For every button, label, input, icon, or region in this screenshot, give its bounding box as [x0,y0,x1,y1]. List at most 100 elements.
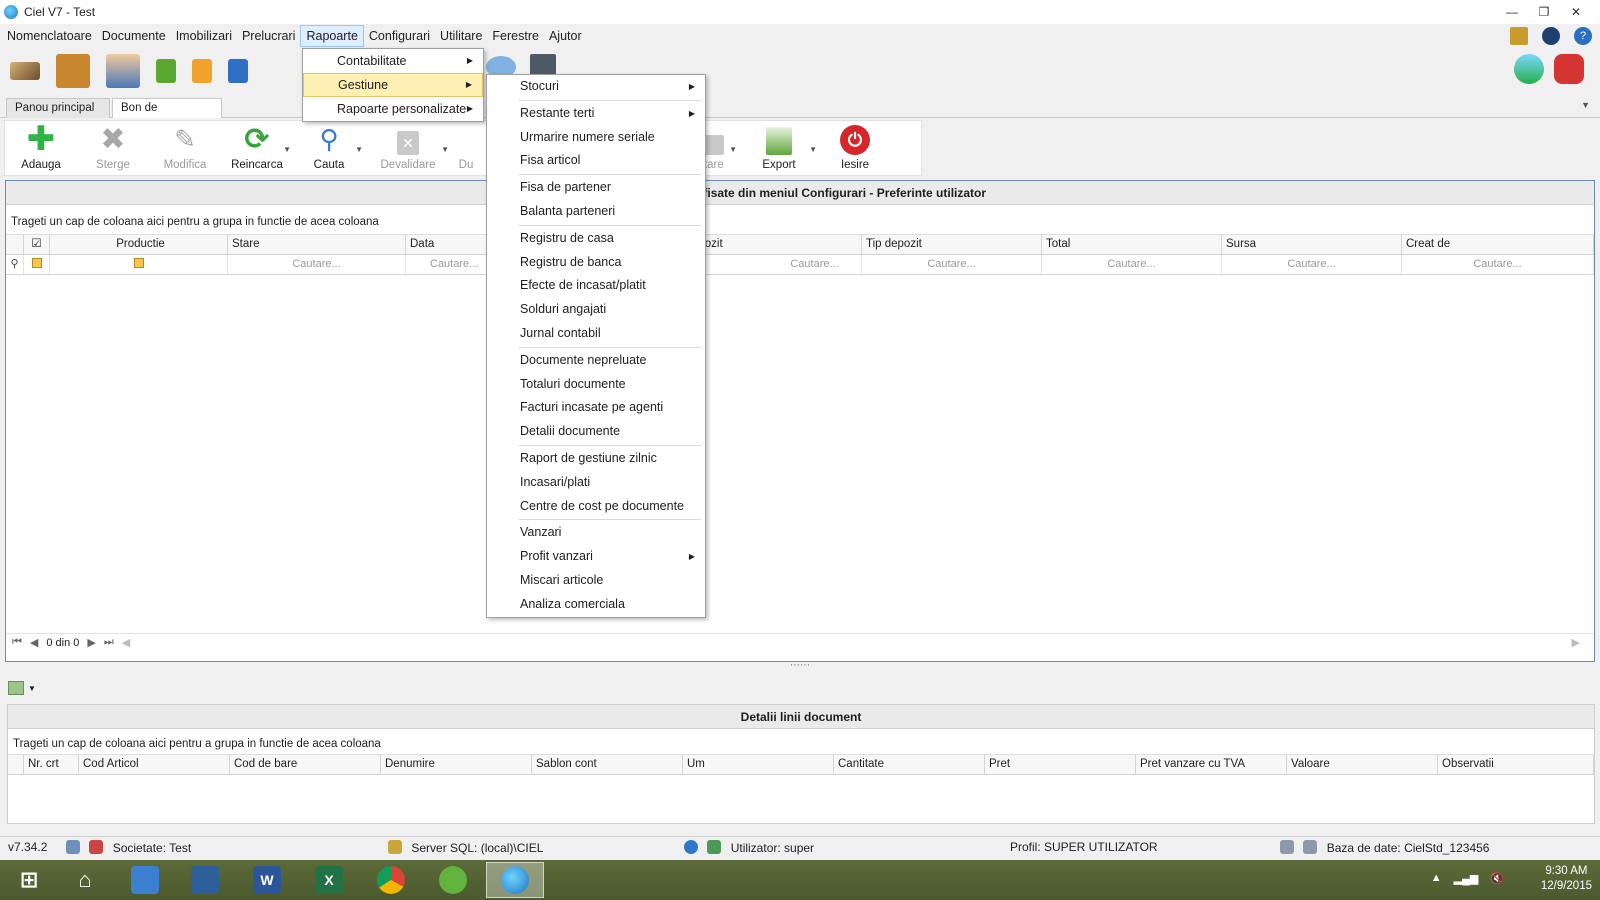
menu-item-gestiune[interactable]: Gestiune ▶ [303,73,483,97]
column-tip-depozit[interactable]: Tip depozit [862,235,1042,254]
menu-item-contabilitate[interactable]: Contabilitate ▶ [303,49,483,73]
menu-item-fisa-articol[interactable]: Fisa articol [487,149,705,173]
taskbar-ciel[interactable] [486,862,544,898]
accessibility-icon[interactable] [684,840,698,854]
taskbar-clock[interactable]: 9:30 AM 12/9/2015 [1541,864,1592,894]
transfer-icon[interactable] [192,59,212,83]
menu-item-raport-de-gestiune-zilnic[interactable]: Raport de gestiune zilnic [487,447,705,471]
column-valoare[interactable]: Valoare [1287,755,1438,774]
menu-item-stocuri[interactable]: Stocuri ▶ [487,75,705,99]
filter-productie[interactable] [50,255,228,274]
database-settings-icon[interactable] [1303,840,1318,854]
column-sursa[interactable]: Sursa [1222,235,1402,254]
minimize-button[interactable]: — [1496,2,1528,22]
calendar-icon[interactable] [1510,27,1528,45]
menu-item-efecte-de-incasat-platit[interactable]: Efecte de incasat/platit [487,274,705,298]
menu-rapoarte[interactable]: Rapoarte [300,25,364,47]
menu-configurari[interactable]: Configurari [364,25,435,47]
menu-item-miscari-articole[interactable]: Miscari articole [487,569,705,593]
menu-ferestre[interactable]: Ferestre [487,25,544,47]
tab-bon-de-consum[interactable]: Bon de consum✕ [112,98,222,135]
menu-item-incasari-plati[interactable]: Incasari/plati [487,471,705,495]
export-dropdown-icon[interactable]: ▼ [809,145,817,154]
taskbar-home[interactable]: ⌂ [56,862,114,898]
column-stare[interactable]: Stare [228,235,406,254]
duplicate-button[interactable]: Du [451,121,481,175]
maximize-button[interactable]: ❐ [1528,2,1560,22]
menu-item-registru-de-casa[interactable]: Registru de casa [487,227,705,251]
menu-item-vanzari[interactable]: Vanzari [487,521,705,545]
sync-icon[interactable] [66,840,80,854]
tabs-dropdown-icon[interactable]: ▼ [1581,100,1590,110]
edit-button[interactable]: ✎ Modifica [149,121,221,175]
column-total[interactable]: Total [1042,235,1222,254]
print-dropdown-icon[interactable]: ▼ [729,145,737,154]
menu-item-centre-de-cost-pe-documente[interactable]: Centre de cost pe documente [487,495,705,519]
menu-documente[interactable]: Documente [97,25,171,47]
filter-depozit[interactable]: Cautare... [688,255,862,274]
add-button[interactable]: ✚ Adauga [5,120,77,175]
taskbar-explorer[interactable] [176,862,234,898]
menu-utilitare[interactable]: Utilitare [435,25,487,47]
reload-dropdown-icon[interactable]: ▼ [283,145,291,154]
search-dropdown-icon[interactable]: ▼ [355,145,363,154]
filter-stare[interactable]: Cautare... [228,255,406,274]
invalidate-button[interactable]: ✕ Devalidare ▼ [365,121,451,175]
menu-item-analiza-comerciala[interactable]: Analiza comerciala [487,593,705,617]
menu-prelucrari[interactable]: Prelucrari [237,25,301,47]
help-icon[interactable]: ? [1574,27,1592,45]
menu-item-balanta-parteneri[interactable]: Balanta parteneri [487,200,705,224]
taskbar-excel[interactable]: X [300,862,358,898]
panel-splitter[interactable]: ⋯⋯ [0,661,1600,672]
tab-panou-principal[interactable]: Panou principal [6,98,110,118]
column-observatii[interactable]: Observatii [1438,755,1594,774]
volume-icon[interactable]: 🔇 [1490,872,1504,885]
upload-icon[interactable] [228,59,248,83]
column-nr-crt[interactable]: Nr. crt [24,755,79,774]
filter-creat-de[interactable]: Cautare... [1402,255,1594,274]
first-page-icon[interactable]: ⏮ [12,636,22,649]
taskbar-control-panel[interactable] [116,862,174,898]
scroll-left-icon[interactable]: ◀ [122,636,130,649]
export-button[interactable]: Export ▼ [739,121,819,175]
column-productie[interactable]: Productie [50,235,228,254]
menu-item-rapoarte-personalizate[interactable]: Rapoarte personalizate ▶ [303,97,483,121]
menu-item-documente-nepreluate[interactable]: Documente nepreluate [487,349,705,373]
filter-sursa[interactable]: Cautare... [1222,255,1402,274]
column-sablon-cont[interactable]: Sablon cont [532,755,683,774]
invalidate-dropdown-icon[interactable]: ▼ [441,145,449,154]
handshake-icon[interactable] [10,62,40,80]
menu-item-detalii-documente[interactable]: Detalii documente [487,420,705,444]
column-depozit[interactable]: epozit [688,235,862,254]
column-denumire[interactable]: Denumire [381,755,532,774]
column-pret[interactable]: Pret [985,755,1136,774]
signal-icon[interactable]: ▂▄▆ [1454,872,1479,885]
menu-ajutor[interactable]: Ajutor [544,25,587,47]
menu-item-totaluri-documente[interactable]: Totaluri documente [487,373,705,397]
column-pret-vanzare-cu-tva[interactable]: Pret vanzare cu TVA [1136,755,1287,774]
users-icon[interactable] [106,54,140,88]
menu-item-urmarire-numere-seriale[interactable]: Urmarire numere seriale [487,126,705,150]
filter-tip-depozit[interactable]: Cautare... [862,255,1042,274]
menu-item-registru-de-banca[interactable]: Registru de banca [487,251,705,275]
exit-button[interactable]: ⏻ Iesire [819,121,891,175]
taskbar-chrome[interactable] [362,862,420,898]
select-all-checkbox[interactable]: ☑ [24,235,50,254]
import-icon[interactable] [156,59,176,83]
start-button[interactable]: ⊞ [0,862,58,898]
column-cod-de-bare[interactable]: Cod de bare [230,755,381,774]
menu-item-restante-terti[interactable]: Restante terti ▶ [487,102,705,126]
box-icon[interactable] [56,54,90,88]
filter-total[interactable]: Cautare... [1042,255,1222,274]
ciel-info-icon[interactable] [1542,27,1560,45]
last-page-icon[interactable]: ⏭ [104,636,114,649]
column-cantitate[interactable]: Cantitate [834,755,985,774]
column-creat-de[interactable]: Creat de [1402,235,1594,254]
network-icon[interactable] [89,840,104,854]
reload-button[interactable]: ⟳ Reincarca ▼ [221,121,293,175]
menu-nomenclatoare[interactable]: Nomenclatoare [2,25,97,47]
grid-options-icon[interactable] [8,681,24,695]
delete-button[interactable]: ✖ Sterge [77,121,149,175]
menu-item-solduri-angajati[interactable]: Solduri angajati [487,298,705,322]
filter-checkbox[interactable] [24,255,50,274]
